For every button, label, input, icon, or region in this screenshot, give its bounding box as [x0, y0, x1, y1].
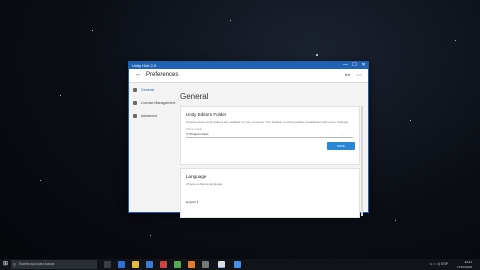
more-icon[interactable]: ⋯: [356, 72, 362, 79]
app-icon[interactable]: [174, 261, 181, 268]
unity-hub-window: Unity Hub 2.0 — ☐ ✕ ← Preferences ⚯ ⋯ Ge…: [128, 61, 369, 218]
star: [395, 220, 396, 221]
star: [316, 54, 318, 56]
general-icon: [133, 88, 137, 92]
language-select[interactable]: English ▾: [186, 200, 359, 204]
page-title: Preferences: [146, 72, 179, 78]
search-placeholder: Escribe aquí para buscar: [19, 262, 55, 266]
clock-date: 17/07/2019: [456, 264, 472, 269]
language-card: Language Choose a display language Engli…: [180, 168, 360, 218]
sidebar-item-advanced[interactable]: Advanced: [129, 110, 175, 123]
star: [150, 235, 151, 236]
user-icon[interactable]: ⚯: [345, 72, 350, 79]
system-tray[interactable]: ∧ ⌂ ◁) ESP: [430, 262, 448, 266]
sidebar-item-label: Advanced: [141, 114, 157, 118]
star: [230, 20, 231, 21]
preferences-header: ← Preferences ⚯ ⋯: [129, 69, 368, 83]
close-button[interactable]: ✕: [359, 62, 368, 69]
sidebar-item-label: General: [141, 88, 154, 92]
sidebar-item-label: License Management: [141, 101, 176, 105]
taskbar: ⊞ ⚲ Escribe aquí para buscar ∧ ⌂ ◁) ESP …: [0, 259, 480, 270]
taskbar-clock[interactable]: 10:41 17/07/2019: [457, 260, 472, 269]
app-icon[interactable]: [202, 261, 209, 268]
scrollbar[interactable]: [361, 106, 363, 216]
star: [60, 95, 61, 96]
sidebar-item-general[interactable]: General: [129, 84, 175, 97]
window-title: Unity Hub 2.0: [132, 63, 157, 68]
file-explorer-icon[interactable]: [132, 261, 139, 268]
advanced-icon: [133, 114, 137, 118]
minimize-button[interactable]: —: [341, 62, 350, 69]
card-description: Choose where Unity Editors are installed…: [186, 120, 350, 124]
card-description: Choose a display language: [186, 182, 223, 186]
app-icon[interactable]: [234, 261, 241, 268]
preferences-sidebar: General License Management Advanced: [129, 84, 175, 212]
install-path-value: C:\Program Files: [186, 132, 209, 136]
browse-button[interactable]: ...: [340, 132, 343, 136]
card-title: Language: [186, 174, 207, 179]
edge-icon[interactable]: [118, 261, 125, 268]
section-heading: General: [180, 92, 209, 101]
maximize-button[interactable]: ☐: [350, 62, 359, 69]
license-icon: [133, 101, 137, 105]
store-icon[interactable]: [146, 261, 153, 268]
window-titlebar[interactable]: Unity Hub 2.0 — ☐ ✕: [129, 62, 368, 69]
taskbar-search[interactable]: ⚲ Escribe aquí para buscar: [11, 260, 97, 269]
back-arrow-icon[interactable]: ←: [135, 71, 142, 78]
preferences-content: General Unity Editors Folder Choose wher…: [177, 84, 364, 218]
editors-folder-card: Unity Editors Folder Choose where Unity …: [180, 106, 360, 165]
sidebar-item-license-management[interactable]: License Management: [129, 97, 175, 110]
star: [455, 40, 456, 41]
card-title: Unity Editors Folder: [186, 112, 227, 117]
star: [410, 120, 411, 121]
task-view-icon[interactable]: [104, 261, 111, 268]
app-icon[interactable]: [160, 261, 167, 268]
windows-start-icon[interactable]: ⊞: [3, 261, 8, 267]
star: [40, 180, 41, 181]
install-path-field[interactable]: C:\Program Files ...: [186, 132, 353, 138]
star: [92, 30, 93, 31]
app-icon[interactable]: [188, 261, 195, 268]
save-button[interactable]: SAVE: [327, 142, 355, 150]
unity-hub-taskbar-icon[interactable]: [218, 261, 225, 268]
field-label: Path to install: [186, 128, 202, 131]
search-icon: ⚲: [13, 262, 16, 267]
